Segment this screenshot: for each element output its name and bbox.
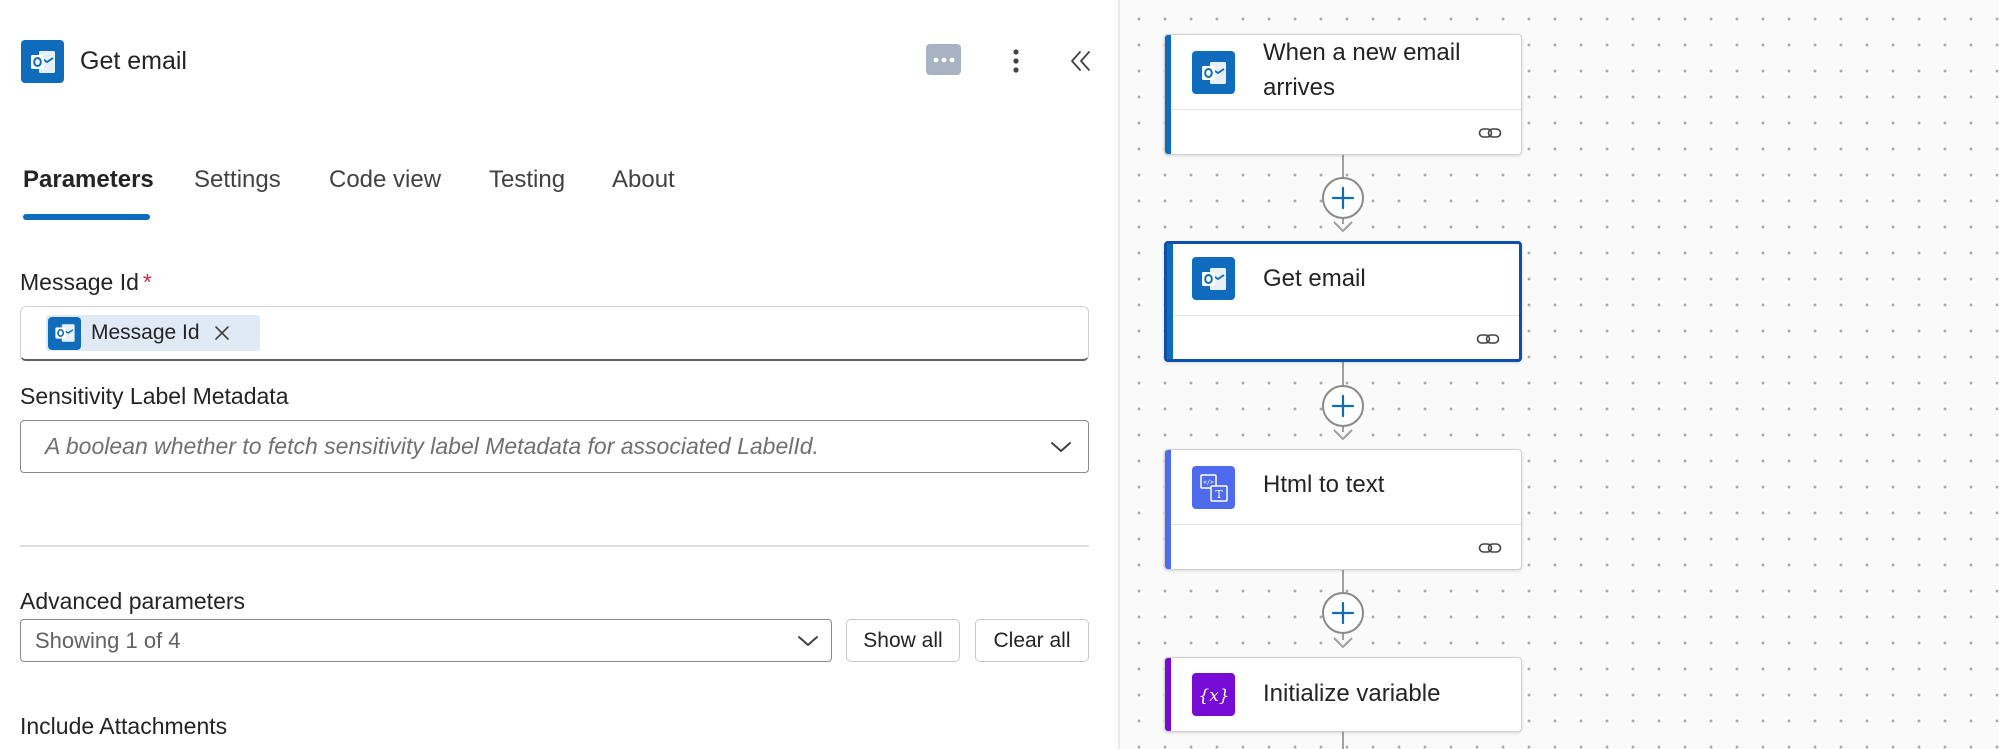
node-footer xyxy=(1171,109,1521,154)
flow-node-trigger[interactable]: When a new email arrives xyxy=(1164,34,1522,155)
tab-settings[interactable]: Settings xyxy=(194,160,281,200)
message-id-input[interactable]: Message Id xyxy=(20,306,1089,361)
sensitivity-label: Sensitivity Label Metadata xyxy=(20,383,289,409)
svg-text:{x}: {x} xyxy=(1198,686,1229,706)
include-attachments-label: Include Attachments xyxy=(20,713,228,739)
panel-header: Get email xyxy=(0,0,1118,120)
advanced-parameters-label: Advanced parameters xyxy=(20,588,246,614)
flow-node-get-email[interactable]: Get email xyxy=(1164,241,1522,362)
collapse-panel-icon[interactable] xyxy=(1066,44,1096,78)
arrow-down-icon xyxy=(1333,637,1353,649)
link-icon xyxy=(1477,120,1503,146)
flow-node-initialize-variable[interactable]: {x} Initialize variable xyxy=(1164,657,1522,732)
sensitivity-dropdown[interactable]: A boolean whether to fetch sensitivity l… xyxy=(20,420,1089,473)
node-title: Html to text xyxy=(1263,471,1385,498)
panel-title: Get email xyxy=(80,47,187,75)
message-id-label-text: Message Id xyxy=(20,269,139,295)
outlook-icon xyxy=(1192,257,1235,300)
chevron-down-icon xyxy=(795,628,821,654)
insert-step-button[interactable] xyxy=(1322,592,1364,634)
section-divider xyxy=(20,545,1089,547)
action-details-panel: Get email Parameters Settings Code view … xyxy=(0,0,1118,749)
clear-all-button[interactable]: Clear all xyxy=(975,619,1089,662)
tab-code-view[interactable]: Code view xyxy=(329,160,441,200)
message-id-label: Message Id * xyxy=(20,267,152,297)
node-accent xyxy=(1165,658,1171,731)
node-footer xyxy=(1171,524,1521,569)
link-icon xyxy=(1477,535,1503,561)
connector-line xyxy=(1342,730,1344,749)
insert-step-button[interactable] xyxy=(1322,385,1364,427)
chevron-down-icon xyxy=(1048,434,1074,460)
ellipsis-icon[interactable] xyxy=(926,44,961,75)
node-title: When a new email arrives xyxy=(1263,39,1461,101)
outlook-icon xyxy=(1192,51,1235,94)
outlook-icon xyxy=(21,40,64,83)
link-icon xyxy=(1475,326,1501,352)
tab-testing[interactable]: Testing xyxy=(489,160,565,200)
svg-text:T: T xyxy=(1215,488,1223,501)
flow-canvas[interactable]: When a new email arrives Get email </> T… xyxy=(1120,0,1999,749)
node-title: Get email xyxy=(1263,265,1366,292)
arrow-down-icon xyxy=(1333,221,1353,233)
more-options-icon[interactable] xyxy=(1004,44,1028,78)
insert-step-button[interactable] xyxy=(1322,177,1364,219)
html-to-text-icon: </> T xyxy=(1192,466,1235,509)
required-marker: * xyxy=(142,269,152,295)
svg-text:</>: </> xyxy=(1203,479,1214,486)
flow-node-html-to-text[interactable]: </> T Html to text xyxy=(1164,449,1522,570)
tab-bar: Parameters Settings Code view Testing Ab… xyxy=(0,160,1118,222)
plus-icon xyxy=(1331,186,1355,210)
tab-about[interactable]: About xyxy=(612,160,675,200)
token-label: Message Id xyxy=(91,321,200,344)
advanced-parameters-dropdown[interactable]: Showing 1 of 4 xyxy=(20,619,832,662)
variable-icon: {x} xyxy=(1192,673,1235,716)
plus-icon xyxy=(1331,601,1355,625)
tab-parameters[interactable]: Parameters xyxy=(23,160,154,200)
outlook-icon xyxy=(48,316,81,350)
arrow-down-icon xyxy=(1333,429,1353,441)
node-title: Initialize variable xyxy=(1263,680,1441,707)
sensitivity-placeholder: A boolean whether to fetch sensitivity l… xyxy=(45,433,819,459)
advanced-parameters-value: Showing 1 of 4 xyxy=(35,628,181,653)
remove-token-icon[interactable] xyxy=(212,323,232,343)
active-tab-indicator xyxy=(23,214,150,220)
message-id-token[interactable]: Message Id xyxy=(46,315,260,351)
show-all-button[interactable]: Show all xyxy=(846,619,960,662)
node-footer xyxy=(1173,315,1519,359)
plus-icon xyxy=(1331,394,1355,418)
